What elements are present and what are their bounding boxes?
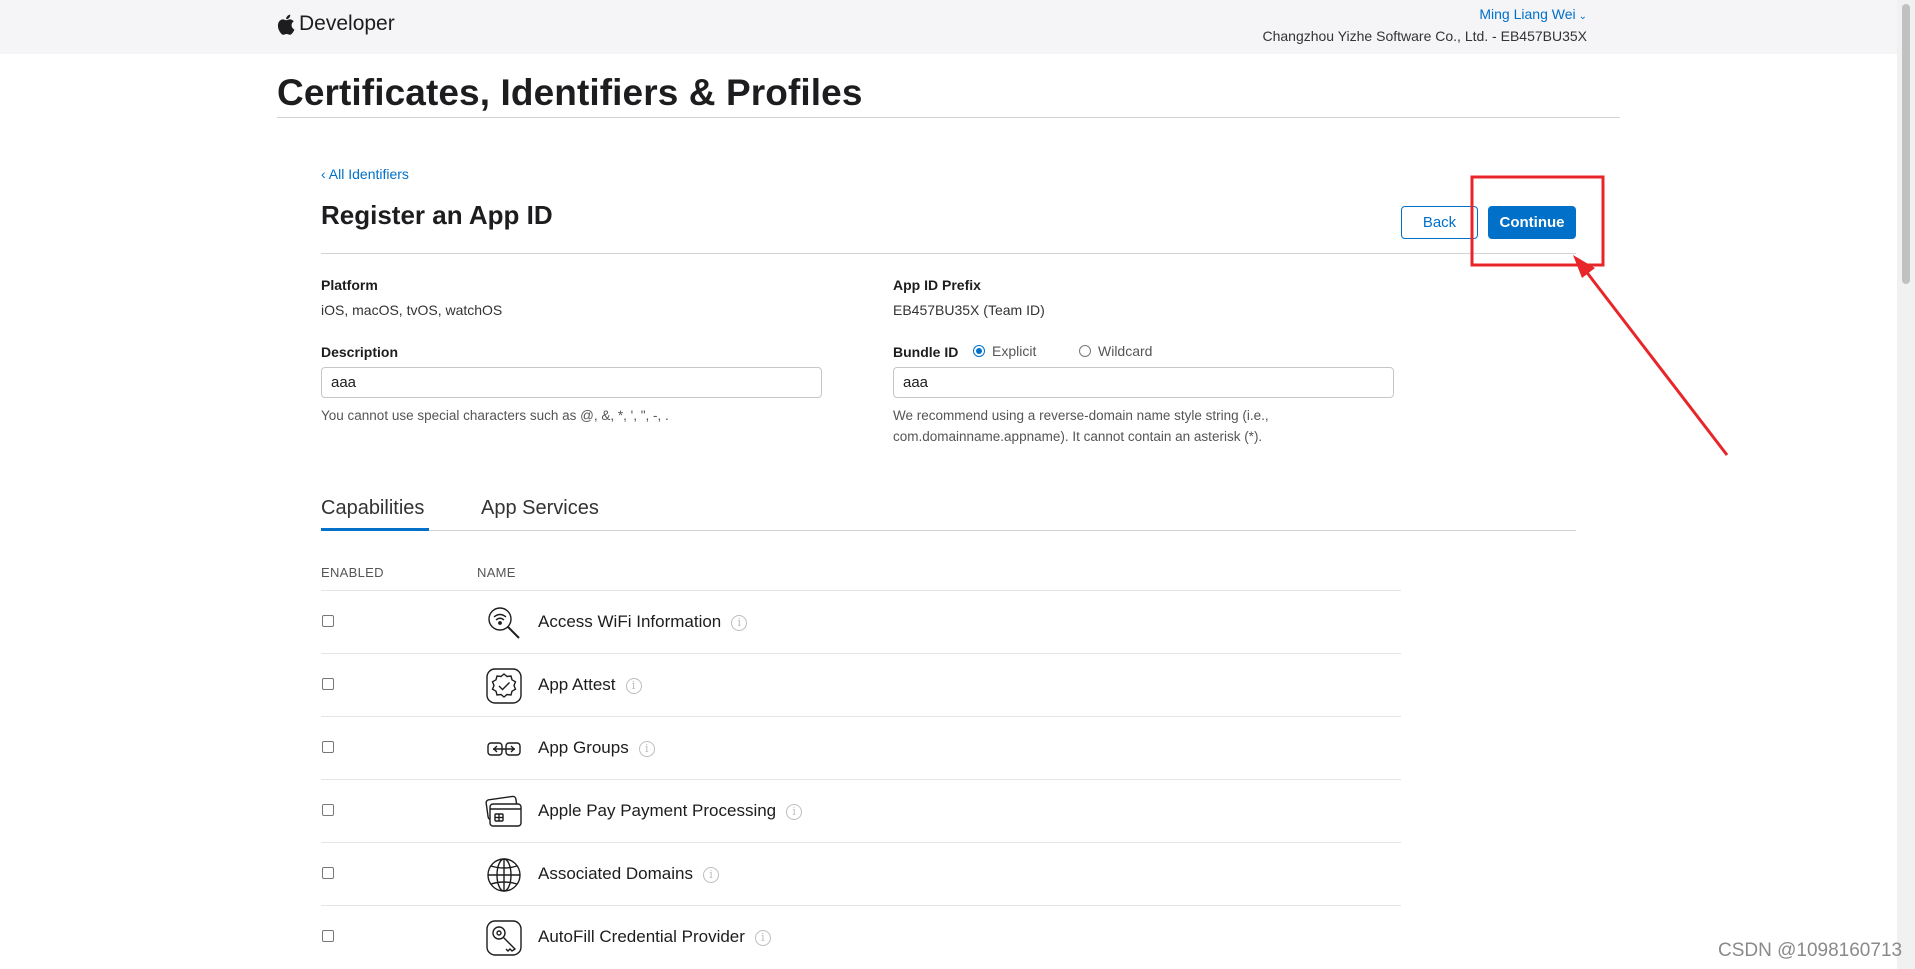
account-name: Ming Liang Wei — [1479, 6, 1576, 22]
capability-name: AutoFill Credential Provider i — [538, 927, 771, 947]
register-title: Register an App ID — [321, 200, 553, 230]
platform-value: iOS, macOS, tvOS, watchOS — [321, 302, 503, 318]
bundle-id-hint: We recommend using a reverse-domain name… — [893, 405, 1269, 447]
vertical-scrollbar[interactable] — [1897, 0, 1915, 969]
capability-name-text: AutoFill Credential Provider — [538, 927, 745, 946]
app-groups-icon — [487, 742, 521, 756]
info-icon[interactable]: i — [702, 866, 719, 883]
wifi-search-icon — [488, 607, 520, 639]
annotation-arrow-line — [1583, 269, 1729, 456]
table-row: Associated Domains i — [321, 842, 1401, 906]
info-icon[interactable]: i — [754, 929, 771, 946]
info-icon[interactable]: i — [625, 677, 642, 694]
capability-name-text: Access WiFi Information — [538, 612, 722, 631]
info-icon[interactable]: i — [638, 740, 655, 757]
capability-name: Apple Pay Payment Processing i — [538, 801, 803, 821]
bundle-id-hint-line-1: We recommend using a reverse-domain name… — [893, 408, 1269, 423]
capability-name-text: App Groups — [538, 738, 629, 757]
bundle-explicit-label: Explicit — [992, 343, 1037, 359]
tabs-divider — [321, 530, 1576, 531]
apple-logo-icon — [277, 14, 295, 35]
bundle-explicit-radio[interactable]: Explicit — [973, 343, 1036, 359]
bundle-id-label: Bundle ID — [893, 344, 959, 360]
continue-button[interactable]: Continue — [1488, 206, 1576, 239]
capability-name-text: Associated Domains — [538, 864, 693, 883]
scrollbar-thumb[interactable] — [1902, 4, 1910, 284]
active-tab-indicator — [321, 528, 429, 531]
tab-capabilities[interactable]: Capabilities — [321, 497, 424, 520]
table-row: Apple Pay Payment Processing i — [321, 779, 1401, 843]
back-button[interactable]: Back — [1401, 206, 1478, 239]
table-row: App Groups i — [321, 716, 1401, 780]
capability-name: App Attest i — [538, 675, 642, 695]
wallet-card-icon — [485, 795, 522, 827]
register-divider — [321, 253, 1576, 254]
bundle-wildcard-label: Wildcard — [1098, 343, 1153, 359]
annotation-arrow-head — [1573, 255, 1595, 278]
page-title: Certificates, Identifiers & Profiles — [277, 72, 863, 113]
enable-checkbox[interactable] — [322, 678, 334, 690]
account-menu[interactable]: Ming Liang Wei ⌄ — [1262, 6, 1587, 22]
enable-checkbox[interactable] — [322, 930, 334, 942]
bundle-wildcard-radio[interactable]: Wildcard — [1079, 343, 1152, 359]
column-header-name: NAME — [477, 565, 516, 580]
account-org: Changzhou Yizhe Software Co., Ltd. - EB4… — [1262, 28, 1587, 44]
radio-selected-icon — [973, 345, 985, 357]
enable-checkbox[interactable] — [322, 804, 334, 816]
table-row: AutoFill Credential Provider i — [321, 905, 1401, 969]
bundle-id-input[interactable] — [893, 367, 1394, 398]
account-block: Ming Liang Wei ⌄ Changzhou Yizhe Software… — [1262, 6, 1587, 44]
capability-name-text: App Attest — [538, 675, 616, 694]
capability-name: Associated Domains i — [538, 864, 719, 884]
key-icon — [486, 920, 522, 956]
seal-check-icon — [486, 668, 522, 704]
description-input[interactable] — [321, 367, 822, 398]
enable-checkbox[interactable] — [322, 867, 334, 879]
watermark: CSDN @1098160713 — [1718, 940, 1903, 961]
info-icon[interactable]: i — [731, 614, 748, 631]
capability-name-text: Apple Pay Payment Processing — [538, 801, 777, 820]
global-header: Developer Ming Liang Wei ⌄ Changzhou Yizh… — [0, 0, 1897, 54]
info-icon[interactable]: i — [786, 803, 803, 820]
app-id-prefix-value: EB457BU35X (Team ID) — [893, 302, 1045, 318]
platform-label: Platform — [321, 277, 378, 293]
app-id-prefix-label: App ID Prefix — [893, 277, 981, 293]
column-header-enabled: ENABLED — [321, 565, 384, 580]
description-hint: You cannot use special characters such a… — [321, 408, 669, 423]
enable-checkbox[interactable] — [322, 615, 334, 627]
developer-logo[interactable]: Developer — [277, 12, 395, 36]
logo-text: Developer — [299, 12, 395, 35]
enable-checkbox[interactable] — [322, 741, 334, 753]
all-identifiers-link[interactable]: ‹ All Identifiers — [321, 166, 409, 182]
table-row: App Attest i — [321, 653, 1401, 717]
description-label: Description — [321, 344, 399, 360]
title-divider — [277, 117, 1620, 118]
radio-unselected-icon — [1079, 345, 1091, 357]
tab-app-services[interactable]: App Services — [481, 497, 599, 520]
bundle-id-hint-line-2: com.domainname.appname). It cannot conta… — [893, 429, 1263, 444]
table-row: Access WiFi Information i — [321, 590, 1401, 654]
capability-name: Access WiFi Information i — [538, 612, 748, 632]
chevron-down-icon: ⌄ — [1578, 11, 1587, 22]
capability-name: App Groups i — [538, 738, 655, 758]
globe-icon — [487, 858, 521, 892]
